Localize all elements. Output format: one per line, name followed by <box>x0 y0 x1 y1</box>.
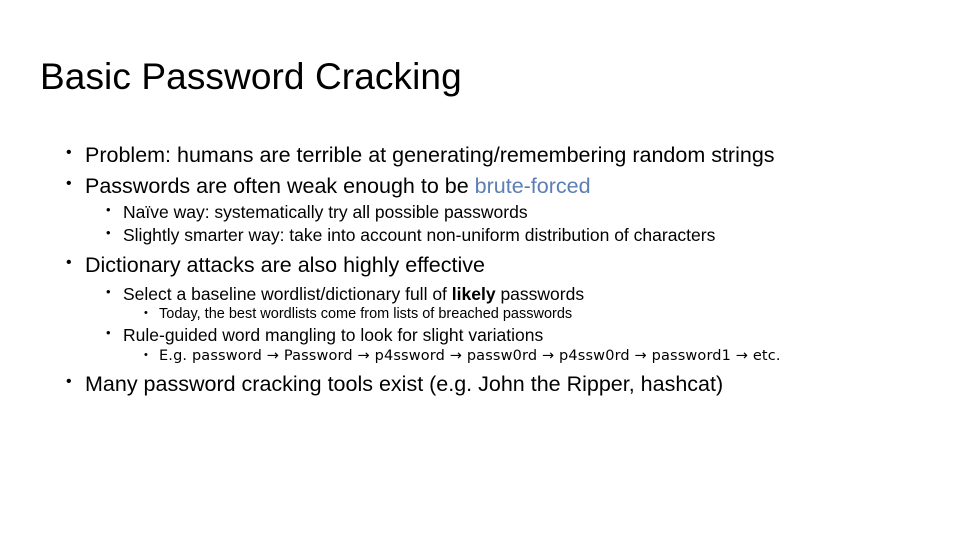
likely-emphasis: likely <box>451 283 496 304</box>
slide-body: • Problem: humans are terrible at genera… <box>40 142 920 400</box>
bullet-mangling-example-text: E.g. password → Password → p4ssword → pa… <box>159 347 920 366</box>
page-title: Basic Password Cracking <box>40 56 462 97</box>
bullet-dot-icon: • <box>66 373 72 391</box>
mangling-chain: password → Password → p4ssword → passw0r… <box>192 348 781 364</box>
brute-forced-highlight: brute-forced <box>474 173 591 198</box>
bullet-passwords-weak-text: Passwords are often weak enough to be br… <box>85 173 920 201</box>
bullet-dot-icon: • <box>106 325 111 341</box>
bullet-select-wordlist-text: Select a baseline wordlist/dictionary fu… <box>123 283 920 306</box>
bullet-passwords-weak-lead: Passwords are often weak enough to be <box>85 173 475 198</box>
mangling-variant: p4ssword <box>374 347 445 364</box>
bullet-dot-icon: • <box>106 224 111 240</box>
arrow-icon: → <box>352 347 375 364</box>
bullet-dot-icon: • <box>66 174 72 192</box>
bullet-rule-guided-mangling: • Rule-guided word mangling to look for … <box>40 324 920 347</box>
bullet-problem: • Problem: humans are terrible at genera… <box>40 142 920 170</box>
bullet-naive-way-text: Naïve way: systematically try all possib… <box>123 202 528 223</box>
mangling-variant: password <box>191 347 262 364</box>
bullet-rule-guided-mangling-text: Rule-guided word mangling to look for sl… <box>123 325 544 346</box>
bullet-breached-wordlists-text: Today, the best wordlists come from list… <box>159 306 573 323</box>
bullet-cracking-tools: • Many password cracking tools exist (e.… <box>40 371 920 399</box>
bullet-dot-icon: • <box>106 202 111 218</box>
mangling-variant: etc. <box>752 347 781 364</box>
bullet-dot-icon: • <box>66 254 72 272</box>
bullet-smarter-way-text: Slightly smarter way: take into account … <box>123 224 716 245</box>
mangling-variant: password1 <box>651 347 732 364</box>
bullet-problem-text: Problem: humans are terrible at generati… <box>85 143 775 167</box>
bullet-cracking-tools-text: Many password cracking tools exist (e.g.… <box>85 372 724 397</box>
bullet-breached-wordlists: • Today, the best wordlists come from li… <box>40 305 920 324</box>
bullet-dictionary-attacks: • Dictionary attacks are also highly eff… <box>40 252 920 280</box>
bullet-dictionary-attacks-text: Dictionary attacks are also highly effec… <box>85 253 485 278</box>
bullet-smarter-way: • Slightly smarter way: take into accoun… <box>40 224 920 247</box>
mangling-prefix: E.g. <box>159 347 192 364</box>
bullet-naive-way: • Naïve way: systematically try all poss… <box>40 201 920 224</box>
mangling-variant: passw0rd <box>466 347 538 364</box>
bullet-mangling-example: • E.g. password → Password → p4ssword → … <box>40 347 920 366</box>
mangling-variant: Password <box>283 347 353 364</box>
select-wordlist-tail: passwords <box>495 283 585 304</box>
slide: Basic Password Cracking • Problem: human… <box>0 0 960 540</box>
arrow-icon: → <box>629 347 652 364</box>
bullet-dot-icon: • <box>144 307 148 320</box>
bullet-dot-icon: • <box>144 348 148 361</box>
arrow-icon: → <box>537 347 560 364</box>
arrow-icon: → <box>444 347 467 364</box>
select-wordlist-lead: Select a baseline wordlist/dictionary fu… <box>123 283 452 304</box>
mangling-variant: p4ssw0rd <box>559 347 630 364</box>
arrow-icon: → <box>262 347 284 364</box>
bullet-dot-icon: • <box>106 283 111 299</box>
bullet-passwords-weak: • Passwords are often weak enough to be … <box>40 173 920 201</box>
bullet-select-wordlist: • Select a baseline wordlist/dictionary … <box>40 283 920 306</box>
arrow-icon: → <box>731 347 753 364</box>
bullet-dot-icon: • <box>66 144 72 161</box>
